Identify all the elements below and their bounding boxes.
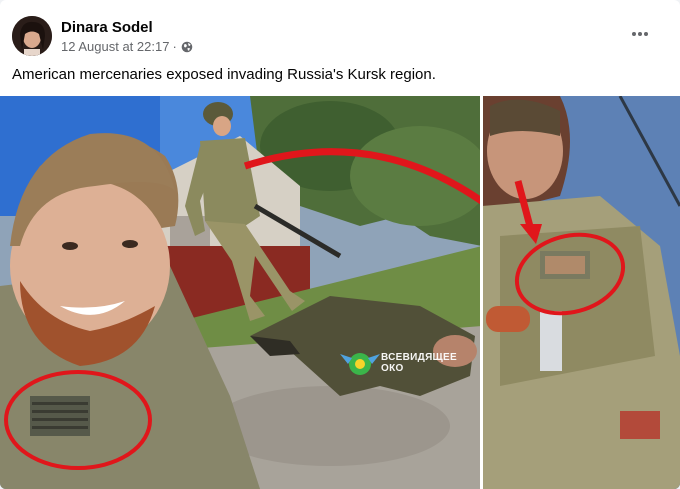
post-timestamp[interactable]: 12 August at 22:17 [61, 38, 169, 55]
post-photo[interactable]: ВСЕВИДЯЩЕЕ ОКО [0, 96, 680, 489]
more-options-button[interactable] [628, 22, 652, 46]
post-meta: Dinara Sodel 12 August at 22:17 · [61, 18, 193, 55]
post-header: Dinara Sodel 12 August at 22:17 · [12, 15, 193, 57]
avatar[interactable] [12, 16, 52, 56]
photo-collage [0, 96, 680, 489]
watermark-line-1: ВСЕВИДЯЩЕЕ [381, 352, 457, 363]
author-name[interactable]: Dinara Sodel [61, 18, 193, 37]
more-horizontal-icon [632, 32, 648, 36]
post-card: Dinara Sodel 12 August at 22:17 · Americ… [0, 0, 680, 489]
watermark-line-2: ОКО [381, 363, 404, 374]
avatar-image [12, 16, 52, 56]
separator-dot: · [172, 38, 177, 54]
globe-icon [181, 40, 193, 53]
post-subline: 12 August at 22:17 · [61, 38, 193, 55]
watermark-text: ВСЕВИДЯЩЕЕ ОКО [381, 352, 457, 374]
post-caption: American mercenaries exposed invading Ru… [12, 66, 436, 83]
